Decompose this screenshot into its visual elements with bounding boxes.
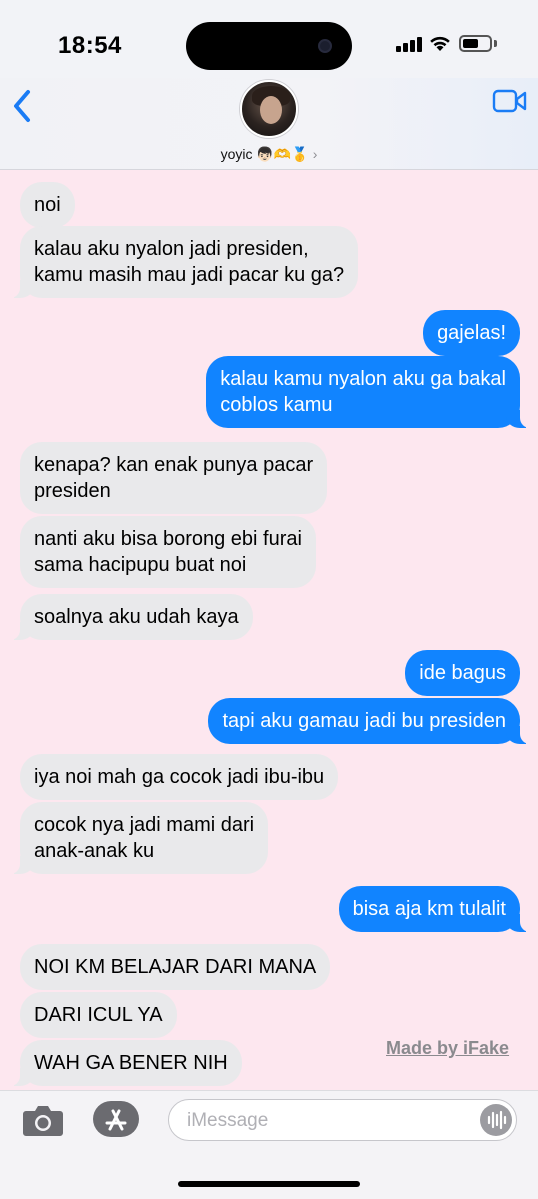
incoming-message[interactable]: soalnya aku udah kaya <box>8 594 253 640</box>
incoming-message[interactable]: DARI ICUL YA <box>20 992 177 1038</box>
incoming-message[interactable]: kenapa? kan enak punya pacar presiden <box>20 442 328 514</box>
video-call-icon[interactable] <box>492 88 528 114</box>
incoming-message[interactable]: kalau aku nyalon jadi presiden, kamu mas… <box>7 226 359 298</box>
cellular-signal-icon <box>396 36 422 52</box>
imessage-placeholder: iMessage <box>187 1110 269 1131</box>
wifi-icon <box>430 36 450 51</box>
app-store-icon[interactable] <box>93 1101 139 1137</box>
dynamic-island <box>186 22 352 70</box>
battery-tip <box>494 40 497 47</box>
status-time: 18:54 <box>58 32 122 59</box>
outgoing-message[interactable]: gajelas! <box>423 310 520 356</box>
battery-icon <box>459 35 492 52</box>
incoming-message[interactable]: noi <box>20 182 75 228</box>
status-bar: 18:54 <box>0 0 538 78</box>
incoming-message[interactable]: NOI KM BELAJAR DARI MANA <box>20 944 331 990</box>
outgoing-message[interactable]: kalau kamu nyalon aku ga bakal coblos ka… <box>206 356 532 428</box>
home-indicator[interactable] <box>178 1181 360 1187</box>
front-camera-icon <box>318 39 332 53</box>
watermark: Made by iFake <box>386 1038 510 1058</box>
conversation-header: yoyic 👦🏻🫶🥇 › <box>0 78 538 170</box>
incoming-message[interactable]: iya noi mah ga cocok jadi ibu-ibu <box>20 754 339 800</box>
imessage-input[interactable]: iMessage <box>168 1099 517 1141</box>
message-list: noi kalau aku nyalon jadi presiden, kamu… <box>0 170 538 1090</box>
message-composer: iMessage <box>0 1090 538 1199</box>
audio-message-icon[interactable] <box>480 1104 512 1136</box>
outgoing-message[interactable]: tapi aku gamau jadi bu presiden <box>208 698 532 744</box>
outgoing-message[interactable]: bisa aja km tulalit <box>338 886 533 932</box>
contact-name: yoyic 👦🏻🫶🥇 <box>220 146 309 162</box>
incoming-message[interactable]: cocok nya jadi mami dari anak-anak ku <box>7 802 269 874</box>
incoming-message[interactable]: WAH GA BENER NIH <box>8 1040 242 1086</box>
contact-name-row[interactable]: yoyic 👦🏻🫶🥇 › <box>0 146 538 163</box>
incoming-message[interactable]: nanti aku bisa borong ebi furai sama hac… <box>20 516 316 588</box>
camera-icon[interactable] <box>22 1103 64 1137</box>
back-chevron-icon[interactable] <box>8 86 38 126</box>
contact-avatar[interactable] <box>240 80 298 138</box>
chevron-right-icon: › <box>312 146 318 162</box>
outgoing-message[interactable]: ide bagus <box>405 650 520 696</box>
